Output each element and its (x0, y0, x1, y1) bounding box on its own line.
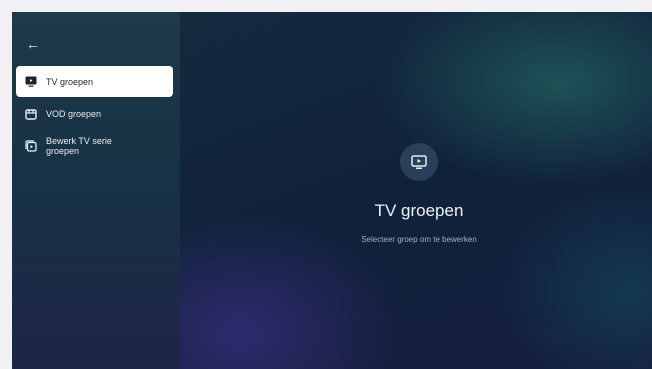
tv-icon (16, 76, 46, 87)
tv-icon (400, 143, 438, 181)
tv-app-screen: ← TV groepen VOD groepen Bewerk TV serie… (12, 12, 652, 369)
sidebar-item-label: Bewerk TV serie groepen (46, 136, 112, 156)
back-button[interactable]: ← (22, 34, 44, 54)
sidebar-item-label: VOD groepen (46, 109, 102, 119)
sidebar-item-tv-groepen[interactable]: TV groepen (16, 66, 173, 97)
sidebar-item-vod-groepen[interactable]: VOD groepen (16, 103, 173, 125)
page-title: TV groepen (374, 201, 464, 220)
sidebar-item-bewerk-tv-serie-groepen[interactable]: Bewerk TV serie groepen (16, 132, 173, 160)
sidebar-item-label: TV groepen (46, 76, 94, 87)
main-content: TV groepen Selecteer groep om te bewerke… (180, 12, 652, 369)
series-icon (16, 140, 46, 152)
film-icon (16, 108, 46, 120)
arrow-left-icon: ← (26, 36, 40, 52)
sidebar: ← TV groepen VOD groepen Bewerk TV serie… (12, 12, 180, 369)
page-subtitle: Selecteer groep om te bewerken (361, 235, 477, 244)
